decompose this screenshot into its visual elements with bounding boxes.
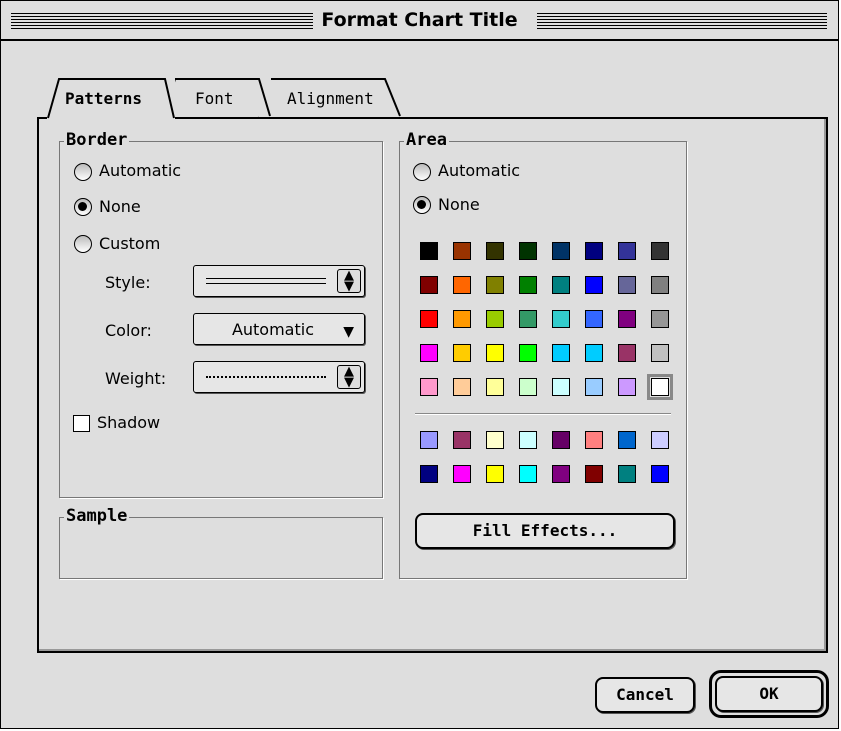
weight-stepper-icon: ▲ ▼ [337,365,361,389]
style-popup[interactable]: ▲ ▼ [193,265,365,297]
chart-color-swatch[interactable] [519,431,537,449]
color-label: Color: [105,321,152,340]
color-swatch[interactable] [618,242,636,260]
cancel-button[interactable]: Cancel [595,677,695,713]
border-none-radio[interactable] [74,198,92,216]
color-swatch[interactable] [552,276,570,294]
color-swatch[interactable] [618,276,636,294]
chart-color-swatch[interactable] [618,431,636,449]
color-swatch[interactable] [486,378,504,396]
tab-font[interactable]: Font [163,77,271,117]
area-automatic-label: Automatic [438,161,521,180]
format-chart-title-dialog: Format Chart Title Patterns Font Alignme… [0,0,839,729]
border-automatic-label: Automatic [99,161,182,180]
color-popup-value: Automatic [231,320,314,339]
color-swatch[interactable] [486,310,504,328]
area-automatic-radio[interactable] [413,163,431,181]
chart-color-swatch[interactable] [486,465,504,483]
color-swatch[interactable] [420,344,438,362]
color-swatch[interactable] [651,310,669,328]
chart-color-swatch[interactable] [585,431,603,449]
chart-color-swatch[interactable] [486,431,504,449]
color-swatch[interactable] [651,276,669,294]
weight-popup[interactable]: ▲ ▼ [193,361,365,393]
chart-color-swatch[interactable] [552,465,570,483]
color-swatch[interactable] [420,378,438,396]
chart-color-swatch[interactable] [651,431,669,449]
color-swatch[interactable] [519,378,537,396]
color-swatch[interactable] [453,242,471,260]
color-swatch[interactable] [585,276,603,294]
tab-alignment[interactable]: Alignment [257,77,401,117]
border-custom-radio[interactable] [74,235,92,253]
shadow-checkbox[interactable] [73,415,90,432]
color-swatch[interactable] [585,310,603,328]
color-swatch[interactable] [519,310,537,328]
color-swatch[interactable] [618,344,636,362]
border-automatic-radio[interactable] [74,163,92,181]
color-swatch[interactable] [453,344,471,362]
style-label: Style: [105,273,151,292]
color-swatch[interactable] [585,344,603,362]
color-swatch[interactable] [519,344,537,362]
color-swatch[interactable] [519,276,537,294]
chart-color-swatch[interactable] [453,431,471,449]
border-custom-label: Custom [99,234,161,253]
color-swatch[interactable] [552,310,570,328]
color-swatch[interactable] [552,344,570,362]
title-bar[interactable]: Format Chart Title [1,1,838,41]
color-popup[interactable]: Automatic ▼ [193,313,365,345]
chart-color-swatch[interactable] [420,431,438,449]
chart-color-swatch[interactable] [552,431,570,449]
color-swatch[interactable] [519,242,537,260]
sample-group-title: Sample [64,506,130,526]
chart-color-swatch[interactable] [618,465,636,483]
color-swatch[interactable] [651,344,669,362]
color-swatch[interactable] [618,310,636,328]
shadow-label: Shadow [97,413,161,432]
color-swatch[interactable] [585,378,603,396]
weight-label: Weight: [105,369,167,388]
ok-button[interactable]: OK [715,676,823,712]
color-swatch[interactable] [420,276,438,294]
color-swatch[interactable] [552,242,570,260]
fill-effects-button[interactable]: Fill Effects... [415,513,675,549]
chart-color-swatch[interactable] [651,465,669,483]
tab-font-label: Font [195,89,234,108]
style-stepper-icon: ▲ ▼ [337,269,361,293]
color-swatch[interactable] [486,344,504,362]
sample-group: Sample [59,506,383,579]
tab-alignment-label: Alignment [287,89,374,108]
color-swatch[interactable] [486,242,504,260]
color-swatch[interactable] [618,378,636,396]
chart-color-swatch[interactable] [420,465,438,483]
color-swatch[interactable] [453,276,471,294]
color-swatch[interactable] [552,378,570,396]
color-swatch[interactable] [585,242,603,260]
color-swatch[interactable] [453,378,471,396]
style-line-sample [206,278,326,284]
color-swatch[interactable] [420,242,438,260]
weight-line-sample [206,376,326,380]
chart-color-swatch[interactable] [519,465,537,483]
color-swatch[interactable] [453,310,471,328]
border-group-title: Border [64,130,130,150]
color-swatch[interactable] [486,276,504,294]
area-none-radio[interactable] [413,196,431,214]
color-swatch[interactable] [420,310,438,328]
chart-color-swatch[interactable] [453,465,471,483]
tab-patterns[interactable]: Patterns [47,77,175,119]
palette-separator [415,413,671,415]
color-swatch[interactable] [651,242,669,260]
area-none-label: None [438,195,480,214]
area-group-title: Area [404,130,449,150]
tab-patterns-label: Patterns [65,89,143,108]
chart-color-swatch[interactable] [585,465,603,483]
color-swatch[interactable] [647,374,673,400]
chevron-down-icon: ▼ [343,324,354,340]
border-none-label: None [99,197,141,216]
window-title: Format Chart Title [1,9,838,31]
